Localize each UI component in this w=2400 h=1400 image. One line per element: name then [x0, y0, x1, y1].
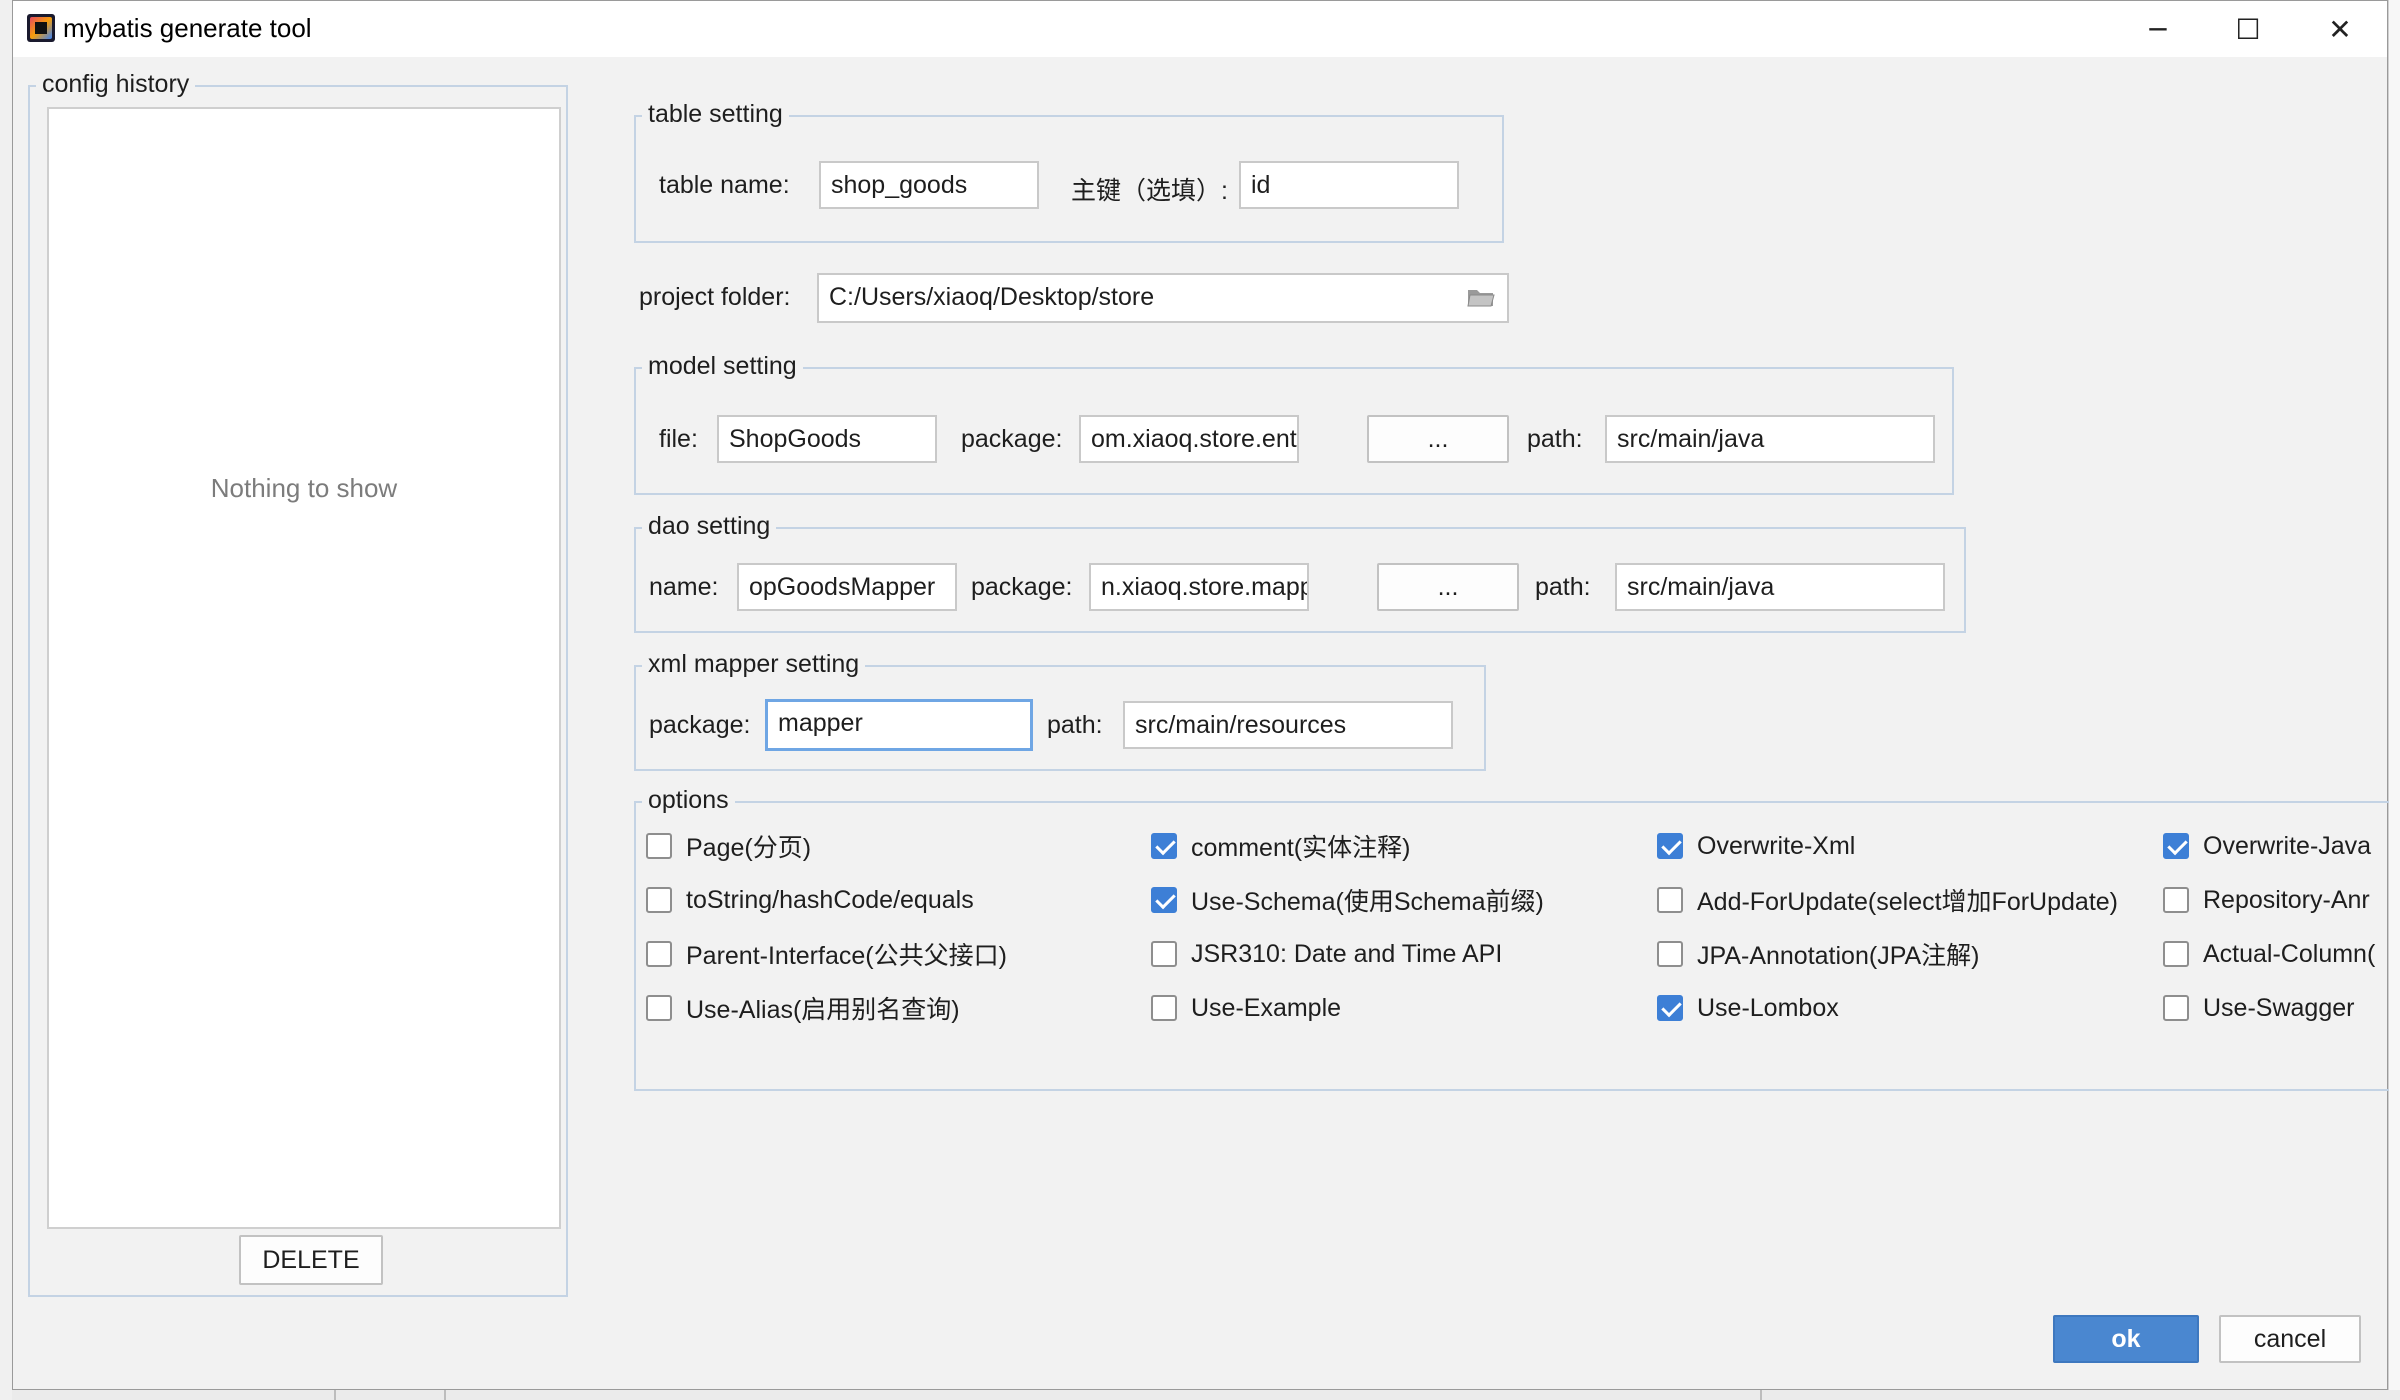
option-item[interactable]: Repository-Anr [2163, 883, 2370, 917]
project-folder-label: project folder: [639, 283, 791, 311]
option-label: Overwrite-Java [2203, 831, 2372, 860]
model-package-label: package: [961, 425, 1063, 453]
option-item[interactable]: Actual-Column( [2163, 937, 2375, 971]
option-item[interactable]: Use-Swagger [2163, 991, 2354, 1025]
project-folder-value: C:/Users/xiaoq/Desktop/store [829, 283, 1155, 311]
dao-path-label: path: [1535, 573, 1591, 601]
folder-icon[interactable] [1467, 287, 1495, 307]
minimize-icon: ─ [2149, 12, 2167, 46]
option-checkbox[interactable] [2163, 995, 2189, 1021]
option-item[interactable]: JPA-Annotation(JPA注解) [1657, 937, 1980, 971]
window-title: mybatis generate tool [63, 13, 312, 43]
dialog-window: mybatis generate tool ─ ☐ ✕ config histo… [12, 0, 2389, 1390]
option-checkbox[interactable] [1151, 833, 1177, 859]
empty-placeholder: Nothing to show [210, 473, 398, 503]
minimize-button[interactable]: ─ [2123, 9, 2193, 49]
option-label: JSR310: Date and Time API [1191, 939, 1503, 968]
dao-setting-legend: dao setting [642, 512, 777, 541]
title-bar: mybatis generate tool ─ ☐ ✕ [13, 1, 2387, 57]
option-label: Use-Swagger [2203, 993, 2355, 1022]
option-label: Repository-Anr [2203, 885, 2370, 914]
background-bottom-edge [12, 1390, 2400, 1400]
model-file-label: file: [659, 425, 698, 453]
config-history-legend: config history [36, 70, 196, 99]
model-browse-button[interactable]: ... [1367, 415, 1509, 463]
model-path-label: path: [1527, 425, 1583, 453]
option-item[interactable]: toString/hashCode/equals [646, 883, 974, 917]
dao-browse-button[interactable]: ... [1377, 563, 1519, 611]
option-item[interactable]: Overwrite-Xml [1657, 829, 1855, 863]
option-checkbox[interactable] [1151, 941, 1177, 967]
xml-path-label: path: [1047, 711, 1103, 739]
option-label: JPA-Annotation(JPA注解) [1697, 942, 1980, 970]
maximize-icon: ☐ [2235, 12, 2261, 46]
model-path-input[interactable]: src/main/java [1605, 415, 1935, 463]
model-setting-legend: model setting [642, 352, 803, 381]
ok-button[interactable]: ok [2053, 1315, 2199, 1363]
option-checkbox[interactable] [646, 941, 672, 967]
options-legend: options [642, 786, 735, 815]
option-label: Actual-Column( [2203, 939, 2376, 968]
option-label: toString/hashCode/equals [686, 885, 974, 914]
option-item[interactable]: Parent-Interface(公共父接口) [646, 937, 1007, 971]
model-file-input[interactable]: ShopGoods [717, 415, 937, 463]
project-folder-input[interactable]: C:/Users/xiaoq/Desktop/store [817, 273, 1509, 323]
option-checkbox[interactable] [1657, 995, 1683, 1021]
primary-key-label: 主键（选填）: [1071, 177, 1228, 205]
option-label: Use-Example [1191, 993, 1342, 1022]
dao-package-label: package: [971, 573, 1073, 601]
table-name-input[interactable]: shop_goods [819, 161, 1039, 209]
option-checkbox[interactable] [2163, 833, 2189, 859]
close-button[interactable]: ✕ [2305, 9, 2375, 49]
option-item[interactable]: Page(分页) [646, 829, 811, 863]
dao-name-label: name: [649, 573, 719, 601]
cancel-button[interactable]: cancel [2219, 1315, 2361, 1363]
option-item[interactable]: Add-ForUpdate(select增加ForUpdate) [1657, 883, 2118, 917]
model-package-input[interactable]: om.xiaoq.store.entity [1079, 415, 1299, 463]
option-checkbox[interactable] [2163, 887, 2189, 913]
xml-package-label: package: [649, 711, 751, 739]
option-label: Overwrite-Xml [1697, 831, 1856, 860]
table-setting-legend: table setting [642, 100, 789, 129]
option-checkbox[interactable] [1657, 887, 1683, 913]
option-checkbox[interactable] [646, 995, 672, 1021]
option-label: Parent-Interface(公共父接口) [686, 942, 1007, 970]
xml-path-input[interactable]: src/main/resources [1123, 701, 1453, 749]
dao-package-input[interactable]: n.xiaoq.store.mapper [1089, 563, 1309, 611]
option-checkbox[interactable] [646, 887, 672, 913]
option-label: comment(实体注释) [1191, 834, 1411, 862]
background-scroll-edge [2388, 0, 2400, 1400]
option-checkbox[interactable] [2163, 941, 2189, 967]
config-history-list[interactable]: Nothing to show [47, 107, 561, 1229]
option-item[interactable]: Use-Schema(使用Schema前缀) [1151, 883, 1544, 917]
option-item[interactable]: Overwrite-Java [2163, 829, 2371, 863]
dao-name-input[interactable]: opGoodsMapper [737, 563, 957, 611]
dao-path-input[interactable]: src/main/java [1615, 563, 1945, 611]
close-icon: ✕ [2328, 12, 2352, 46]
maximize-button[interactable]: ☐ [2213, 9, 2283, 49]
option-label: Add-ForUpdate(select增加ForUpdate) [1697, 888, 2118, 916]
option-item[interactable]: Use-Alias(启用别名查询) [646, 991, 960, 1025]
option-checkbox[interactable] [1151, 995, 1177, 1021]
delete-button[interactable]: DELETE [239, 1235, 383, 1285]
xml-package-input[interactable]: mapper [765, 699, 1033, 751]
option-checkbox[interactable] [1657, 941, 1683, 967]
option-label: Use-Lombox [1697, 993, 1839, 1022]
table-name-label: table name: [659, 171, 790, 199]
option-item[interactable]: comment(实体注释) [1151, 829, 1410, 863]
app-icon [27, 14, 55, 42]
option-label: Use-Alias(启用别名查询) [686, 996, 960, 1024]
option-checkbox[interactable] [1151, 887, 1177, 913]
option-checkbox[interactable] [646, 833, 672, 859]
option-label: Page(分页) [686, 834, 812, 862]
primary-key-input[interactable]: id [1239, 161, 1459, 209]
option-item[interactable]: Use-Lombox [1657, 991, 1839, 1025]
option-label: Use-Schema(使用Schema前缀) [1191, 888, 1544, 916]
option-item[interactable]: JSR310: Date and Time API [1151, 937, 1502, 971]
xml-setting-legend: xml mapper setting [642, 650, 866, 679]
option-item[interactable]: Use-Example [1151, 991, 1341, 1025]
option-checkbox[interactable] [1657, 833, 1683, 859]
